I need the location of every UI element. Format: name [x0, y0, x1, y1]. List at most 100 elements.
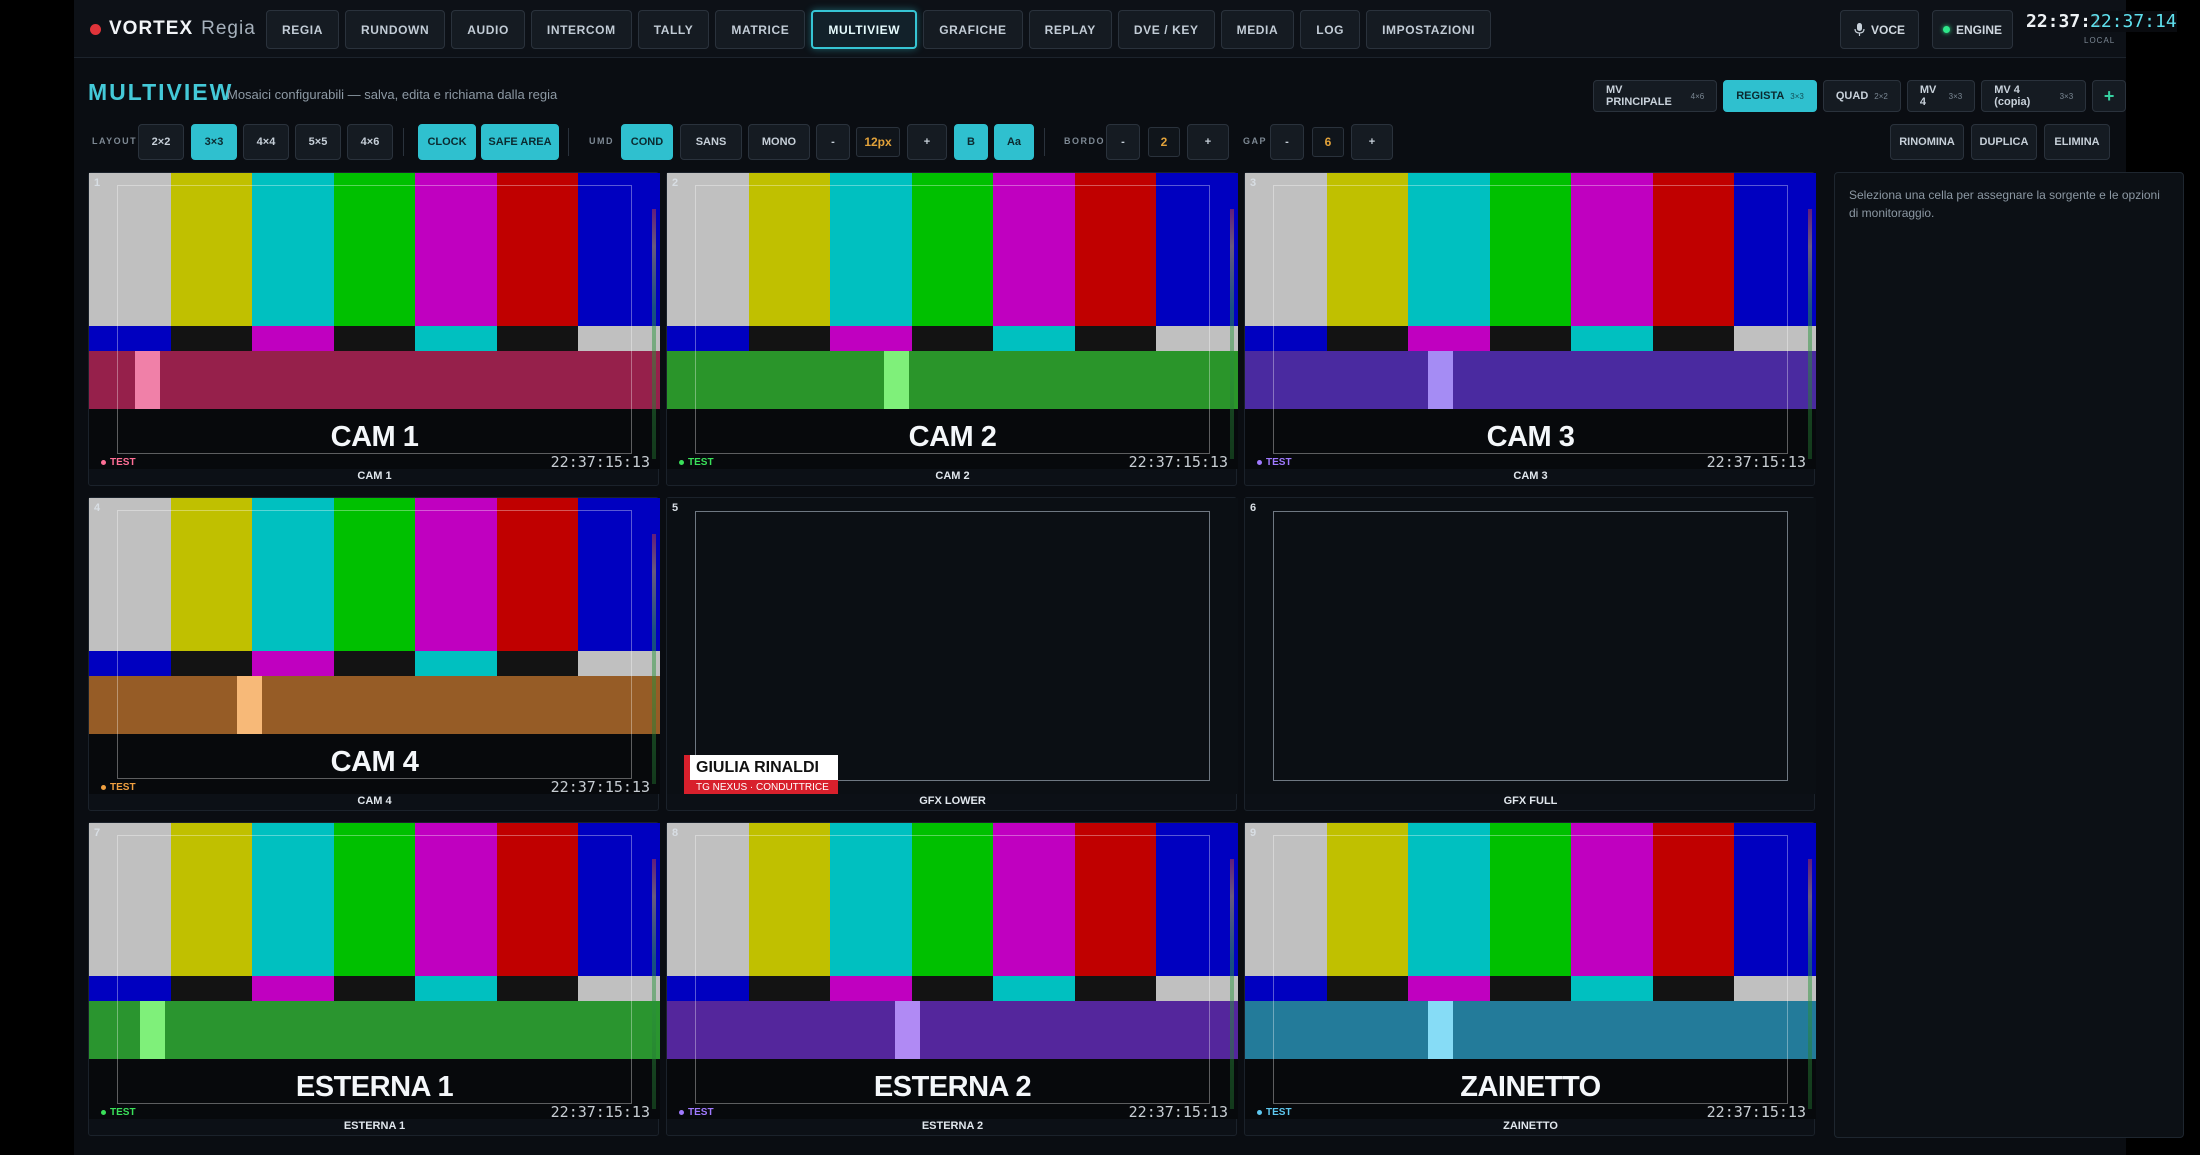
layout-4x4-button[interactable]: 4×4 [243, 124, 289, 160]
color-bars-feed: CAM 4 TEST 22:37:15:13 [89, 498, 660, 794]
preset-dimensions: 4×6 [1690, 91, 1705, 101]
multiview-cell-9[interactable]: ZAINETTO TEST 22:37:15:13 9 ZAINETTO [1244, 822, 1816, 1136]
nav-tab-multiview[interactable]: MULTIVIEW [811, 10, 918, 49]
gap-value[interactable]: 6 [1312, 127, 1344, 157]
border-minus-button[interactable]: - [1106, 124, 1140, 160]
multiview-cell-3[interactable]: CAM 3 TEST 22:37:15:13 3 CAM 3 [1244, 172, 1816, 486]
preset-name: + [2103, 85, 2115, 106]
preset-button[interactable]: QUAD 2×2 [1822, 80, 1901, 112]
cell-number: 6 [1250, 502, 1257, 514]
multiview-cell-7[interactable]: ESTERNA 1 TEST 22:37:15:13 7 ESTERNA 1 [88, 822, 660, 1136]
nav-tab-media[interactable]: MEDIA [1220, 10, 1295, 49]
font-size-value[interactable]: 12px [856, 127, 900, 157]
tag-text: TEST [110, 457, 136, 468]
border-plus-button[interactable]: + [1187, 124, 1229, 160]
nav-tab-impostazioni[interactable]: IMPOSTAZIONI [1366, 10, 1492, 49]
tag-text: TEST [110, 782, 136, 793]
font-mono-button[interactable]: MONO [748, 124, 810, 160]
safe-area-frame [117, 835, 632, 1104]
safe-area-frame [695, 185, 1210, 454]
multiview-cell-8[interactable]: ESTERNA 2 TEST 22:37:15:13 8 ESTERNA 2 [666, 822, 1238, 1136]
voice-button[interactable]: VOCE [1840, 10, 1919, 49]
clock-toggle[interactable]: CLOCK [418, 124, 476, 160]
font-size-minus-button[interactable]: - [816, 124, 850, 160]
safe-area-toggle[interactable]: SAFE AREA [481, 124, 559, 160]
nav-tab-rundown[interactable]: RUNDOWN [345, 10, 446, 49]
layout-2x2-button[interactable]: 2×2 [138, 124, 184, 160]
nav-tab-intercom[interactable]: INTERCOM [530, 10, 632, 49]
color-bars-feed: ESTERNA 2 TEST 22:37:15:13 [667, 823, 1238, 1119]
tag-dot-icon [1257, 460, 1262, 465]
nav-tab-log[interactable]: LOG [1300, 10, 1361, 49]
bold-toggle[interactable]: B [954, 124, 988, 160]
nav-tab-replay[interactable]: REPLAY [1028, 10, 1112, 49]
nav-tab-audio[interactable]: AUDIO [451, 10, 525, 49]
preset-name: QUAD [1835, 90, 1869, 102]
tag-dot-icon [101, 785, 106, 790]
layout-5x5-button[interactable]: 5×5 [295, 124, 341, 160]
voice-label: VOCE [1870, 22, 1905, 37]
safe-area-frame [117, 185, 632, 454]
border-label: BORDO [1064, 136, 1105, 146]
preset-button[interactable]: MV PRINCIPALE 4×6 [1593, 80, 1718, 112]
timecode: 22:37:15:13 [550, 453, 650, 469]
case-toggle[interactable]: Aa [994, 124, 1034, 160]
tag-text: TEST [110, 1107, 136, 1118]
tag-dot-icon [679, 1110, 684, 1115]
delete-button[interactable]: ELIMINA [2044, 124, 2110, 160]
live-dot-icon [90, 23, 101, 35]
tally-tag: TEST [1257, 1107, 1292, 1118]
font-cond-button[interactable]: COND [621, 124, 673, 160]
source-umd: ESTERNA 2 [873, 1071, 1032, 1103]
gap-label: GAP [1243, 136, 1268, 146]
duplicate-button[interactable]: DUPLICA [1971, 124, 2037, 160]
cell-number: 1 [94, 177, 101, 189]
tag-text: TEST [688, 457, 714, 468]
source-umd: CAM 4 [330, 746, 419, 778]
nav-tab-dve-key[interactable]: DVE / KEY [1117, 10, 1215, 49]
layout-4x6-button[interactable]: 4×6 [347, 124, 393, 160]
safe-area-frame [1273, 185, 1788, 454]
lower-third-name: GIULIA RINALDI [684, 755, 838, 780]
cell-number: 4 [94, 502, 101, 514]
timecode: 22:37:15:13 [1128, 453, 1228, 469]
safe-area-frame [695, 511, 1210, 781]
multiview-cell-1[interactable]: CAM 1 TEST 22:37:15:13 1 CAM 1 [88, 172, 660, 486]
font-size-plus-button[interactable]: + [907, 124, 947, 160]
layout-label: LAYOUT [92, 136, 138, 146]
preset-button[interactable]: MV 4 (copia) 3×3 [1981, 80, 2087, 112]
preset-button[interactable]: REGISTA 3×3 [1723, 80, 1817, 112]
graphics-feed [1245, 498, 1816, 794]
preset-list: MV PRINCIPALE 4×6 REGISTA 3×3 QUAD 2×2 MV 4 3×3… [1593, 80, 2126, 112]
tag-dot-icon [1257, 1110, 1262, 1115]
source-umd: ESTERNA 1 [295, 1071, 454, 1103]
nav-tab-matrice[interactable]: MATRICE [715, 10, 806, 49]
cell-label: CAM 2 [935, 470, 970, 482]
border-value[interactable]: 2 [1148, 127, 1180, 157]
tag-text: TEST [1266, 457, 1292, 468]
font-sans-button[interactable]: SANS [680, 124, 742, 160]
gap-minus-button[interactable]: - [1270, 124, 1304, 160]
tally-tag: TEST [101, 457, 136, 468]
multiview-cell-2[interactable]: CAM 2 TEST 22:37:15:13 2 CAM 2 [666, 172, 1238, 486]
multiview-cell-4[interactable]: CAM 4 TEST 22:37:15:13 4 CAM 4 [88, 497, 660, 811]
timecode: 22:37:15:13 [550, 1103, 650, 1119]
multiview-cell-6[interactable]: 6 GFX FULL [1244, 497, 1816, 811]
nav-tab-tally[interactable]: TALLY [637, 10, 710, 49]
preset-dimensions: 3×3 [1948, 91, 1963, 101]
nav-tab-regia[interactable]: REGIA [266, 10, 340, 49]
rename-button[interactable]: RINOMINA [1890, 124, 1964, 160]
multiview-cell-5[interactable]: GIULIA RINALDI TG NEXUS · CONDUTTRICE 5 GFX… [666, 497, 1238, 811]
page-title: MULTIVIEW [88, 79, 234, 105]
gap-plus-button[interactable]: + [1351, 124, 1393, 160]
preset-button[interactable]: MV 4 3×3 [1906, 80, 1976, 112]
timecode: 22:37:15:13 [550, 778, 650, 794]
add-preset-button[interactable]: + [2092, 80, 2126, 112]
source-umd: CAM 1 [330, 421, 419, 453]
layout-3x3-button[interactable]: 3×3 [191, 124, 237, 160]
cell-label: CAM 3 [1513, 470, 1548, 482]
preset-name: REGISTA [1736, 90, 1785, 102]
graphics-feed: GIULIA RINALDI TG NEXUS · CONDUTTRICE [667, 498, 1238, 794]
nav-tab-grafiche[interactable]: GRAFICHE [923, 10, 1023, 49]
engine-status[interactable]: ENGINE [1932, 10, 2013, 49]
